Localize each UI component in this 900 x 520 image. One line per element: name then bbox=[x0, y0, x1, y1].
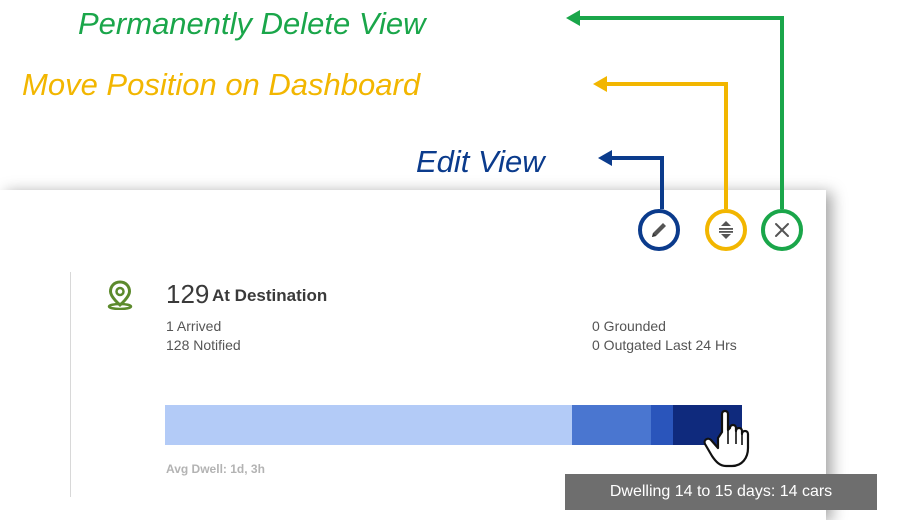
outgated-stat: 0 Outgated Last 24 Hrs bbox=[592, 337, 737, 353]
destination-count: 129 bbox=[166, 279, 210, 309]
avg-dwell: Avg Dwell: 1d, 3h bbox=[166, 462, 265, 476]
location-pin-icon bbox=[107, 280, 133, 310]
hand-pointer-icon bbox=[703, 409, 750, 468]
dwell-tooltip: Dwelling 14 to 15 days: 14 cars bbox=[565, 474, 877, 510]
arrived-stat: 1 Arrived bbox=[166, 318, 222, 334]
dwell-bar-segment[interactable] bbox=[651, 405, 673, 445]
dwell-bar-segment[interactable] bbox=[572, 405, 651, 445]
grounded-stat: 0 Grounded bbox=[592, 318, 666, 334]
destination-title: At Destination bbox=[212, 286, 328, 305]
notified-stat: 128 Notified bbox=[166, 337, 241, 353]
dwell-bar-segment[interactable] bbox=[165, 405, 572, 445]
